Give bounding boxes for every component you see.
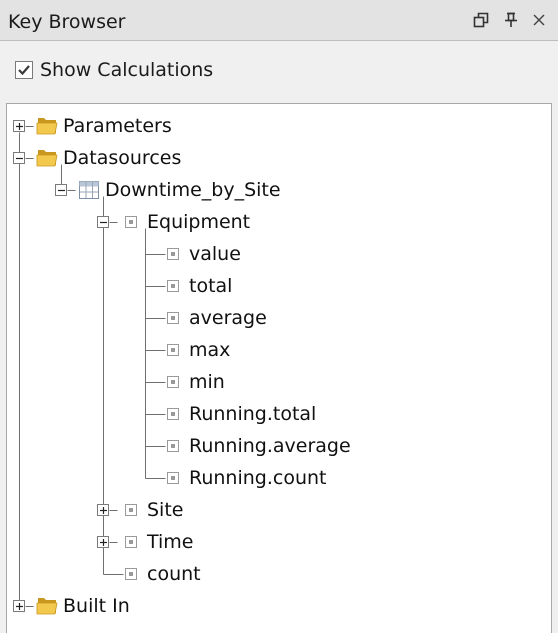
field-icon [125,568,137,580]
expand-toggle-icon[interactable] [97,536,109,548]
tree-node-graphics [55,181,99,199]
tree-node-graphics [167,440,179,452]
close-icon[interactable] [527,8,551,32]
tree-node-field[interactable]: min [189,371,225,393]
expand-toggle-icon[interactable] [13,600,25,612]
collapse-toggle-icon[interactable] [55,184,67,196]
restore-icon[interactable] [469,8,493,32]
tree-node-graphics [125,568,137,580]
field-icon [167,440,179,452]
options-bar: Show Calculations [0,41,558,103]
tree-node-graphics [167,408,179,420]
expand-toggle-icon[interactable] [97,504,109,516]
tree-node-field[interactable]: Running.count [189,467,327,489]
table-icon [79,181,99,199]
folder-icon [36,598,58,615]
key-browser-panel: Key Browser Show Calculations Parameters… [0,0,558,633]
tree-node-folder[interactable]: Datasources [63,147,181,169]
field-icon [125,216,137,228]
tree-node-field[interactable]: Time [147,531,194,553]
show-calculations-label: Show Calculations [40,59,214,81]
tree-node-field[interactable]: Equipment [147,211,250,233]
tree-node-field[interactable]: Site [147,499,183,521]
show-calculations-toggle[interactable]: Show Calculations [15,59,213,81]
tree-node-field[interactable]: average [189,307,267,329]
tree-node-field[interactable]: max [189,339,230,361]
tree-node-graphics [167,248,179,260]
collapse-toggle-icon[interactable] [13,152,25,164]
tree-node-folder[interactable]: Parameters [63,115,172,137]
field-icon [167,248,179,260]
tree-node-field[interactable]: total [189,275,232,297]
tree-node-graphics [167,344,179,356]
field-icon [167,344,179,356]
field-icon [167,312,179,324]
tree-node-table[interactable]: Downtime_by_Site [105,179,281,201]
field-icon [167,472,179,484]
checkmark-icon [18,65,30,76]
tree-node-graphics [167,312,179,324]
field-icon [167,376,179,388]
tree-node-graphics [13,598,58,615]
panel-title-bar: Key Browser [0,0,558,41]
tree-node-graphics [167,280,179,292]
tree-node-field[interactable]: value [189,243,241,265]
field-icon [125,504,137,516]
tree-node-graphics [13,118,58,135]
pin-icon[interactable] [499,8,523,32]
tree-node-graphics [167,376,179,388]
tree-node-graphics [167,472,179,484]
key-tree: Parameters Datasources Downtime_by_Site Equ… [6,103,552,633]
expand-toggle-icon[interactable] [13,120,25,132]
field-icon [167,280,179,292]
show-calculations-checkbox[interactable] [15,61,33,79]
folder-icon [36,150,58,167]
panel-title: Key Browser [8,11,126,33]
collapse-toggle-icon[interactable] [97,216,109,228]
tree-node-field[interactable]: Running.total [189,403,316,425]
tree-node-graphics [13,150,58,167]
folder-icon [36,118,58,135]
field-icon [167,408,179,420]
tree-node-field[interactable]: count [147,563,201,585]
tree-node-folder[interactable]: Built In [63,595,130,617]
tree-node-field[interactable]: Running.average [189,435,351,457]
field-icon [125,536,137,548]
